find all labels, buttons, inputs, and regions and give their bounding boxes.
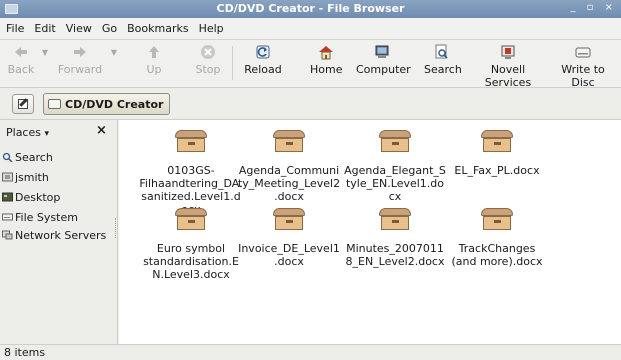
file-name: Euro symbol standardisation.EN.Level3.do… — [143, 242, 239, 281]
file-item[interactable]: EL_Fax_PL.docx — [445, 130, 549, 177]
search-icon — [435, 44, 448, 59]
back-arrow-icon — [15, 47, 27, 57]
desktop-icon — [2, 192, 13, 202]
novell-services-button[interactable]: Novell Services — [470, 44, 546, 89]
stop-button[interactable]: Stop — [194, 44, 222, 84]
stop-icon — [201, 45, 215, 59]
sidebar-places-dropdown[interactable]: Places ▾ — [6, 126, 49, 139]
package-icon — [174, 130, 208, 154]
package-icon — [272, 208, 306, 232]
sidebar-item-desktop[interactable]: Desktop — [0, 188, 118, 206]
file-item[interactable]: Euro symbol standardisation.EN.Level3.do… — [139, 208, 243, 281]
home-icon — [319, 46, 333, 60]
package-icon — [378, 130, 412, 154]
network-icon — [2, 230, 13, 240]
menu-edit[interactable]: Edit — [34, 22, 55, 35]
package-icon — [174, 208, 208, 232]
search-button[interactable]: Search — [424, 44, 462, 84]
file-item[interactable]: Minutes_20070118_EN_Level2.docx — [343, 208, 447, 268]
sidebar-item-file-system[interactable]: File System — [0, 208, 118, 226]
up-arrow-icon — [149, 46, 159, 58]
breadcrumb[interactable]: CD/DVD Creator — [43, 93, 171, 115]
title-bar: CD/DVD Creator - File Browser _ ▫ × — [0, 0, 621, 18]
file-item[interactable]: Agenda_Community_Meeting_Level2.docx — [237, 130, 341, 203]
package-icon — [480, 130, 514, 154]
chevron-down-icon: ▾ — [44, 129, 50, 139]
back-history-icon[interactable]: ▼ — [42, 48, 48, 57]
reload-icon — [256, 45, 270, 59]
file-name: TrackChanges (and more).docx — [451, 242, 543, 268]
edit-location-button[interactable] — [12, 94, 34, 114]
menu-view[interactable]: View — [66, 22, 92, 35]
package-icon — [272, 130, 306, 154]
cd-dvd-icon — [48, 99, 61, 109]
sidebar: Places ▾ × Search jsmith Desktop File Sy… — [0, 120, 118, 344]
breadcrumb-label: CD/DVD Creator — [65, 97, 164, 111]
file-name: Invoice_DE_Level1.docx — [238, 242, 340, 268]
file-item[interactable]: 0103GS-Filhaandtering_DA.sanitized.Level… — [139, 130, 243, 216]
file-name: Agenda_Elegant_Style_EN.Level1.docx — [344, 164, 446, 203]
package-icon — [480, 208, 514, 232]
drive-icon — [2, 213, 13, 221]
file-name: Agenda_Community_Meeting_Level2.docx — [237, 164, 341, 203]
menu-bar: File Edit View Go Bookmarks Help — [0, 18, 621, 40]
file-name: EL_Fax_PL.docx — [454, 164, 540, 177]
sidebar-resize-handle[interactable] — [115, 218, 117, 238]
file-item[interactable]: TrackChanges (and more).docx — [445, 208, 549, 268]
home-folder-icon — [2, 172, 13, 182]
menu-bookmarks[interactable]: Bookmarks — [127, 22, 188, 35]
forward-arrow-icon — [74, 47, 86, 57]
window-title: CD/DVD Creator - File Browser — [216, 2, 405, 15]
sidebar-item-search[interactable]: Search — [0, 148, 118, 166]
disc-burner-icon — [575, 47, 591, 58]
write-to-disc-button[interactable]: Write to Disc — [552, 44, 614, 89]
package-icon — [378, 208, 412, 232]
toolbar-separator — [232, 46, 233, 80]
location-bar: CD/DVD Creator — [0, 88, 621, 120]
file-item[interactable]: Invoice_DE_Level1.docx — [237, 208, 341, 268]
menu-file[interactable]: File — [6, 22, 24, 35]
file-item[interactable]: Agenda_Elegant_Style_EN.Level1.docx — [343, 130, 447, 203]
search-icon — [2, 152, 13, 162]
up-button[interactable]: Up — [142, 44, 166, 84]
sidebar-item-network-servers[interactable]: Network Servers — [0, 226, 118, 244]
menu-go[interactable]: Go — [102, 22, 117, 35]
sidebar-close-icon[interactable]: × — [96, 123, 107, 138]
computer-button[interactable]: Computer — [356, 44, 411, 84]
window-controls[interactable]: _ ▫ × — [570, 2, 617, 13]
novell-icon — [501, 45, 515, 59]
file-name: Minutes_20070118_EN_Level2.docx — [345, 242, 445, 268]
sidebar-item-jsmith[interactable]: jsmith — [0, 168, 118, 186]
computer-icon — [375, 45, 389, 58]
file-view: 0103GS-Filhaandtering_DA.sanitized.Level… — [119, 120, 621, 344]
forward-button[interactable]: Forward ▼ — [55, 44, 117, 84]
status-bar: 8 items — [0, 344, 621, 360]
pencil-icon — [18, 99, 28, 109]
menu-help[interactable]: Help — [199, 22, 224, 35]
item-count: 8 items — [4, 346, 46, 359]
home-button[interactable]: Home — [310, 44, 342, 84]
reload-button[interactable]: Reload — [243, 44, 283, 84]
forward-history-icon[interactable]: ▼ — [111, 48, 117, 57]
toolbar: Back ▼ Forward ▼ Up Stop Reload Home Com… — [0, 40, 621, 89]
back-button[interactable]: Back ▼ — [6, 44, 48, 84]
